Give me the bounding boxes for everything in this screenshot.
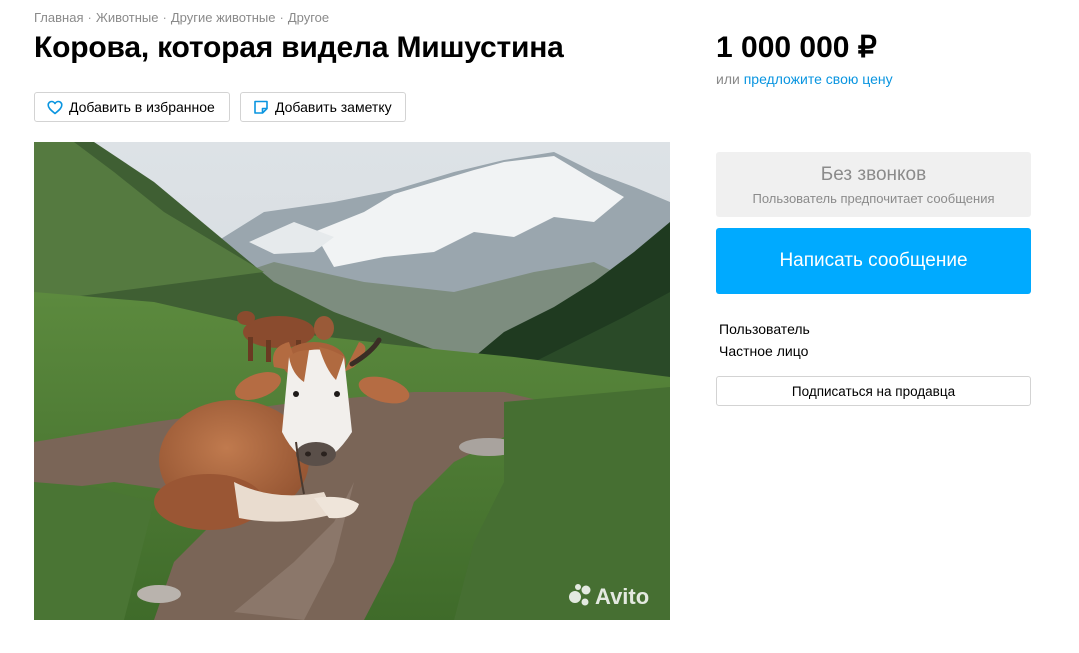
no-calls-title: Без звонков <box>820 164 927 185</box>
breadcrumb-separator: · <box>162 10 167 25</box>
breadcrumb: Главная · Животные · Другие животные · Другое <box>34 10 329 25</box>
price-alt-prefix: или <box>716 71 740 87</box>
breadcrumb-item-other[interactable]: Другое <box>288 10 329 25</box>
add-to-favorites-button[interactable]: Добавить в избранное <box>34 92 230 122</box>
add-note-label: Добавить заметку <box>275 99 392 115</box>
listing-photo[interactable]: Avito <box>34 142 670 620</box>
seller-type: Частное лицо <box>719 343 809 359</box>
subscribe-seller-button[interactable]: Подписаться на продавца <box>716 376 1031 406</box>
price-alternative: или предложите свою цену <box>716 71 893 87</box>
seller-name-link[interactable]: Пользователь <box>719 321 810 337</box>
breadcrumb-separator: · <box>279 10 284 25</box>
breadcrumb-item-animals[interactable]: Животные <box>96 10 159 25</box>
add-note-button[interactable]: Добавить заметку <box>240 92 406 122</box>
suggest-price-link[interactable]: предложите свою цену <box>744 71 893 87</box>
breadcrumb-item-other-animals[interactable]: Другие животные <box>171 10 276 25</box>
heart-icon <box>47 100 69 115</box>
note-icon <box>253 99 275 115</box>
breadcrumb-item-home[interactable]: Главная <box>34 10 83 25</box>
breadcrumb-separator: · <box>87 10 92 25</box>
write-message-button[interactable]: Написать сообщение <box>716 228 1031 294</box>
no-calls-notice: Без звонков Пользователь предпочитает со… <box>716 152 1031 217</box>
no-calls-subtitle: Пользователь предпочитает сообщения <box>752 191 995 206</box>
add-to-favorites-label: Добавить в избранное <box>69 99 215 115</box>
price-value: 1 000 000 ₽ <box>716 31 877 64</box>
avito-watermark-text: Avito <box>595 584 649 609</box>
page-title: Корова, которая видела Мишустина <box>34 31 564 64</box>
